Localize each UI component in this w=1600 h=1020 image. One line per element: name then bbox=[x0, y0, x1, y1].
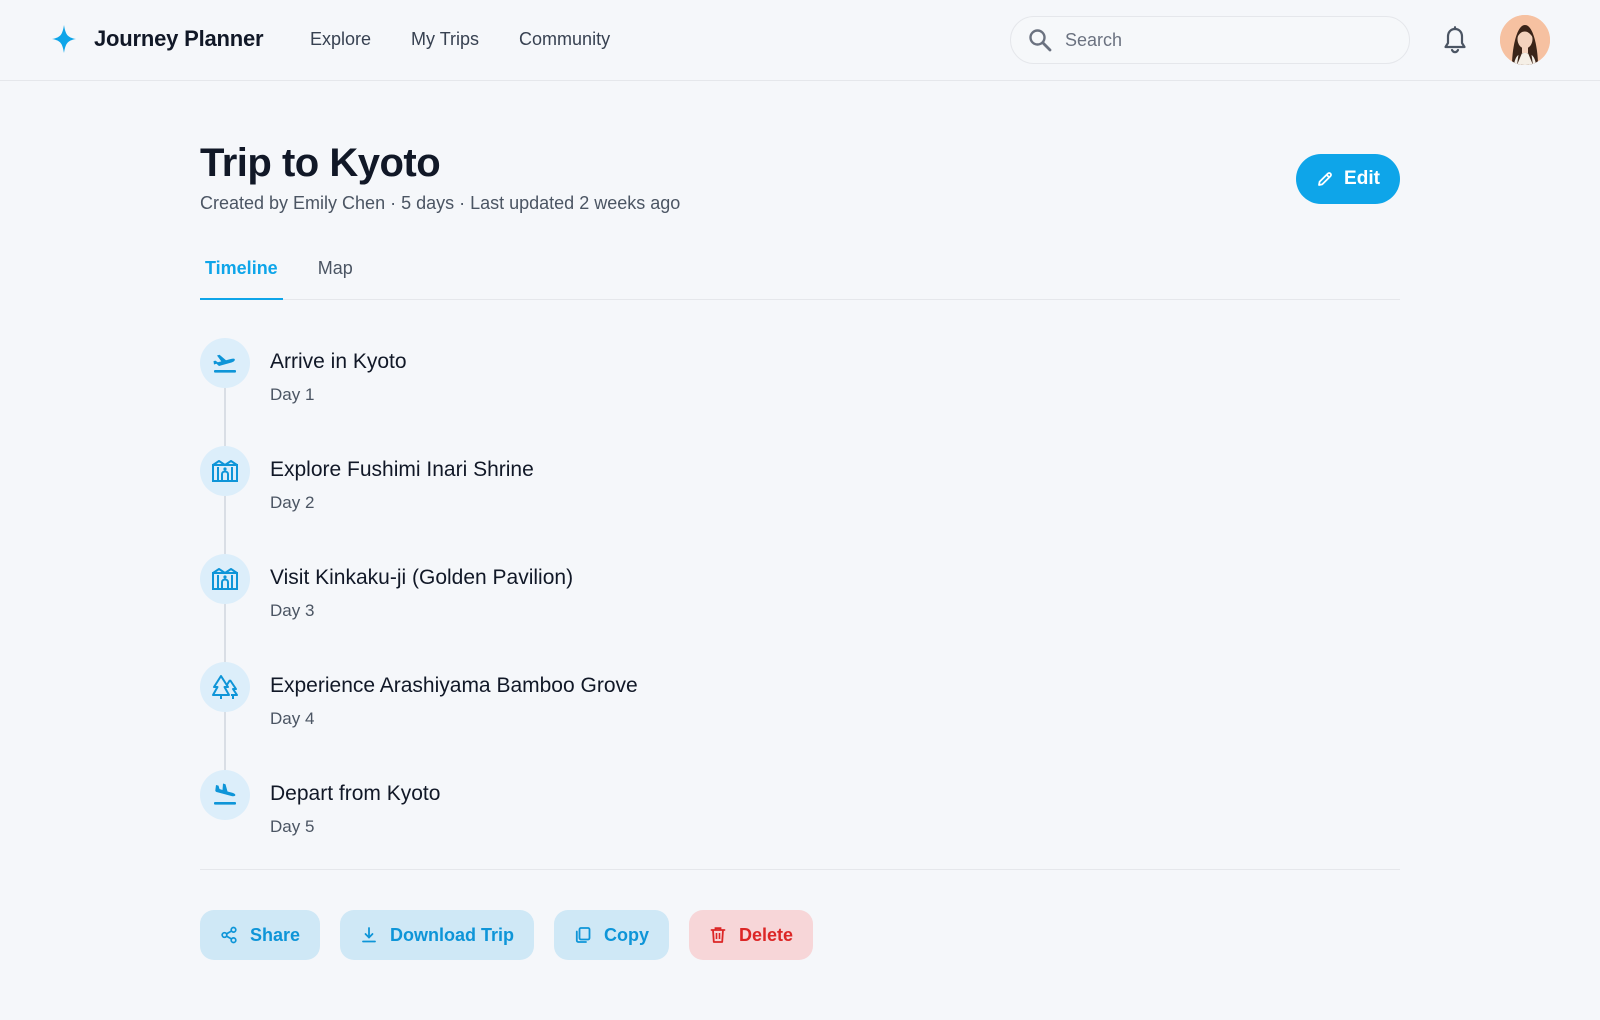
timeline-item-title: Explore Fushimi Inari Shrine bbox=[270, 458, 534, 481]
nav-explore[interactable]: Explore bbox=[310, 29, 371, 50]
delete-button[interactable]: Delete bbox=[689, 910, 814, 960]
share-button[interactable]: Share bbox=[200, 910, 321, 960]
sparkle-star-icon bbox=[52, 25, 76, 53]
forest-icon bbox=[212, 675, 238, 699]
brand[interactable]: Journey Planner bbox=[50, 22, 264, 56]
edit-button[interactable]: Edit bbox=[1296, 154, 1400, 204]
timeline-item-title: Depart from Kyoto bbox=[270, 782, 441, 805]
copy-button[interactable]: Copy bbox=[554, 910, 670, 960]
timeline-icon-badge bbox=[200, 338, 250, 388]
delete-label: Delete bbox=[739, 924, 794, 945]
search-box[interactable] bbox=[1010, 16, 1410, 64]
copy-label: Copy bbox=[604, 924, 650, 945]
page-title: Trip to Kyoto bbox=[200, 141, 441, 185]
nav-community[interactable]: Community bbox=[519, 29, 610, 50]
search-icon bbox=[1029, 29, 1052, 52]
copy-icon bbox=[575, 927, 591, 943]
timeline-icon-badge bbox=[200, 662, 250, 712]
trip-meta: Created by Emily Chen · 5 days · Last up… bbox=[200, 193, 681, 213]
timeline-item-day: Day 5 bbox=[270, 817, 315, 836]
share-label: Share bbox=[250, 924, 301, 945]
timeline-item-title: Visit Kinkaku-ji (Golden Pavilion) bbox=[270, 566, 574, 589]
timeline-item[interactable]: Explore Fushimi Inari Shrine Day 2 bbox=[200, 446, 1400, 526]
timeline-item[interactable]: Arrive in Kyoto Day 1 bbox=[200, 338, 1400, 418]
edit-button-label: Edit bbox=[1344, 168, 1380, 189]
airplane-landing-icon bbox=[214, 783, 236, 805]
top-nav-bar: Journey Planner Explore My Trips Communi… bbox=[0, 0, 1600, 81]
timeline-item-title: Arrive in Kyoto bbox=[270, 350, 407, 373]
main-nav: Explore My Trips Community bbox=[310, 29, 610, 50]
timeline-icon-badge bbox=[200, 554, 250, 604]
search-input[interactable] bbox=[1065, 29, 1385, 51]
tab-bar: Timeline Map bbox=[200, 246, 1400, 300]
avatar-portrait bbox=[1500, 15, 1550, 65]
landmark-icon bbox=[212, 460, 238, 482]
timeline-item[interactable]: Experience Arashiyama Bamboo Grove Day 4 bbox=[200, 662, 1400, 742]
timeline-item-day: Day 1 bbox=[270, 385, 315, 404]
airplane-takeoff-icon bbox=[213, 354, 236, 373]
timeline-item-day: Day 4 bbox=[270, 709, 315, 728]
download-label: Download Trip bbox=[390, 924, 515, 945]
timeline-icon-badge bbox=[200, 446, 250, 496]
download-icon bbox=[362, 927, 376, 943]
landmark-icon bbox=[212, 568, 238, 590]
timeline-item-day: Day 2 bbox=[270, 493, 315, 512]
timeline-item-day: Day 3 bbox=[270, 601, 315, 620]
timeline-icon-badge bbox=[200, 770, 250, 820]
app-name: Journey Planner bbox=[94, 26, 264, 51]
nav-my-trips[interactable]: My Trips bbox=[411, 29, 479, 50]
timeline-item-title: Experience Arashiyama Bamboo Grove bbox=[270, 674, 638, 697]
bell-icon[interactable] bbox=[1442, 26, 1468, 54]
user-avatar[interactable] bbox=[1500, 15, 1550, 65]
timeline-item[interactable]: Depart from Kyoto Day 5 bbox=[200, 770, 1400, 850]
trip-actions: Share Download Trip Copy Delete bbox=[200, 910, 814, 960]
share-icon bbox=[221, 926, 237, 944]
trash-icon bbox=[710, 927, 726, 943]
section-divider bbox=[200, 869, 1400, 870]
timeline-item[interactable]: Visit Kinkaku-ji (Golden Pavilion) Day 3 bbox=[200, 554, 1400, 634]
pencil-icon bbox=[1318, 172, 1332, 186]
download-trip-button[interactable]: Download Trip bbox=[340, 910, 535, 960]
tab-timeline[interactable]: Timeline bbox=[200, 246, 283, 300]
tab-map[interactable]: Map bbox=[313, 246, 358, 300]
